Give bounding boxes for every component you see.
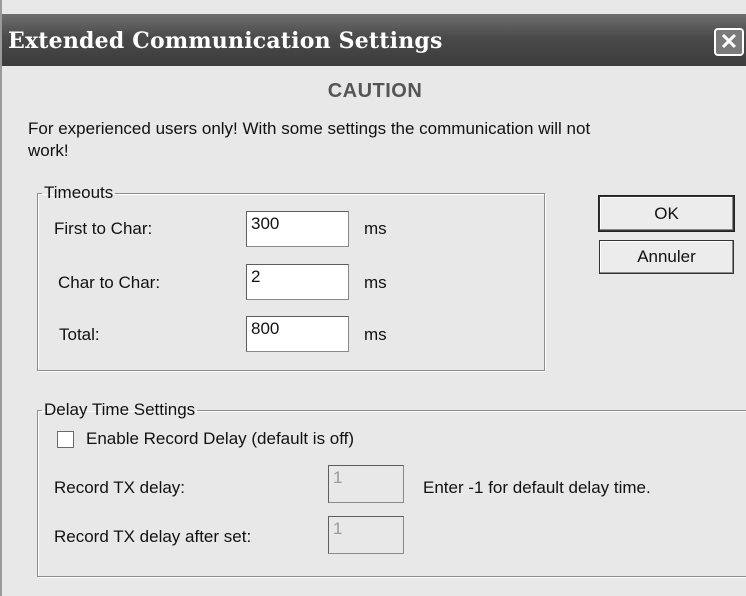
dialog-window: Extended Communication Settings ✕ CAUTIO…: [0, 0, 746, 596]
first-to-char-unit: ms: [364, 219, 387, 238]
char-to-char-label: Char to Char:: [58, 273, 161, 292]
caution-heading: CAUTION: [327, 80, 423, 102]
warning-text-line2: work!: [28, 141, 69, 160]
record-tx-delay-after-input[interactable]: 1: [328, 516, 404, 554]
first-to-char-input[interactable]: 300: [246, 211, 349, 247]
window-title: Extended Communication Settings: [8, 28, 443, 54]
timeouts-legend: Timeouts: [44, 183, 114, 202]
ok-button[interactable]: OK: [598, 195, 735, 232]
record-tx-delay-hint: Enter -1 for default delay time.: [423, 478, 651, 497]
warning-text-line1: For experienced users only! With some se…: [28, 119, 591, 138]
record-tx-delay-after-label: Record TX delay after set:: [54, 527, 252, 546]
delay-time-settings-legend: Delay Time Settings: [44, 400, 196, 419]
char-to-char-input[interactable]: 2: [246, 264, 349, 300]
first-to-char-label: First to Char:: [54, 219, 153, 238]
record-tx-delay-input[interactable]: 1: [328, 465, 404, 503]
cancel-button[interactable]: Annuler: [599, 240, 734, 274]
close-button[interactable]: ✕: [714, 28, 744, 56]
total-label: Total:: [59, 325, 100, 344]
total-unit: ms: [364, 325, 387, 344]
close-icon: ✕: [719, 29, 739, 54]
enable-record-delay-checkbox[interactable]: [57, 431, 74, 448]
record-tx-delay-label: Record TX delay:: [54, 478, 186, 497]
char-to-char-unit: ms: [364, 273, 387, 292]
enable-record-delay-label[interactable]: Enable Record Delay (default is off): [86, 429, 354, 449]
total-input[interactable]: 800: [246, 316, 349, 352]
title-bar[interactable]: Extended Communication Settings ✕: [2, 14, 746, 66]
